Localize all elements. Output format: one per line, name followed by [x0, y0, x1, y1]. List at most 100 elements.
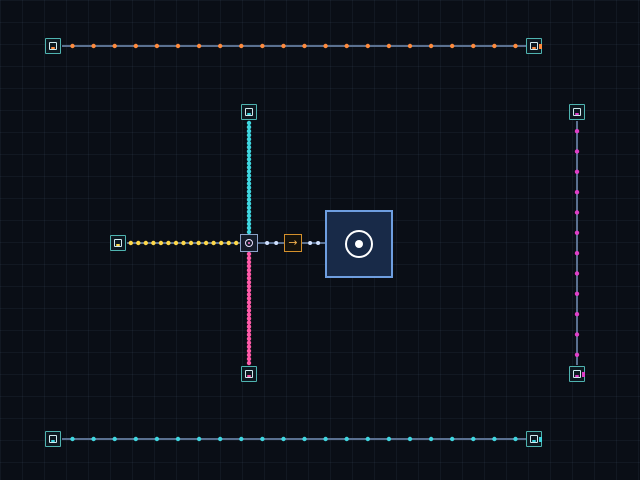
item-dot-icon — [246, 141, 252, 146]
item-dot-icon — [246, 324, 252, 329]
item-dot-icon — [246, 356, 252, 362]
item-dot-icon — [151, 240, 156, 246]
item-dot-icon — [450, 43, 455, 49]
item-dot-icon — [365, 436, 370, 442]
item-dot-icon — [308, 241, 313, 245]
sink-icon[interactable] — [569, 366, 585, 382]
extractor-icon[interactable] — [569, 104, 585, 120]
item-dot-icon — [246, 336, 252, 341]
item-dot-icon — [181, 240, 186, 246]
item-dot-icon — [323, 436, 328, 442]
item-dot-icon — [386, 43, 392, 49]
item-dot-icon — [281, 436, 286, 442]
item-dot-icon — [246, 280, 252, 285]
item-dot-icon — [112, 436, 117, 442]
item-dot-icon — [428, 436, 434, 442]
arrow-right-icon[interactable]: → — [284, 234, 302, 252]
item-dot-icon — [234, 240, 239, 246]
item-dot-icon — [246, 251, 252, 257]
factory-board — [62, 43, 580, 442]
item-dot-icon — [203, 240, 209, 246]
item-dot-icon — [158, 240, 164, 246]
extractor-icon[interactable] — [241, 366, 257, 382]
item-dot-icon — [407, 43, 413, 49]
extractor-icon[interactable] — [45, 38, 61, 54]
item-dot-icon — [246, 197, 252, 202]
extractor-icon[interactable] — [45, 431, 61, 447]
item-dot-icon — [574, 190, 580, 195]
hub-target-icon[interactable] — [325, 210, 393, 278]
item-dot-icon — [316, 241, 321, 245]
sink-icon[interactable] — [526, 431, 542, 447]
item-dot-icon — [260, 43, 265, 49]
item-dot-icon — [173, 240, 179, 246]
item-dot-icon — [91, 43, 96, 49]
item-dot-icon — [196, 436, 202, 442]
item-dot-icon — [246, 288, 252, 293]
item-dot-icon — [246, 181, 252, 186]
item-dot-icon — [226, 240, 231, 246]
item-dot-icon — [574, 129, 580, 134]
item-dot-icon — [154, 43, 160, 49]
item-dot-icon — [344, 43, 349, 49]
item-dot-icon — [246, 145, 252, 150]
item-dot-icon — [246, 193, 252, 198]
item-dot-icon — [246, 272, 252, 277]
item-dot-icon — [344, 436, 349, 442]
item-dot-icon — [246, 263, 252, 269]
item-dot-icon — [246, 328, 252, 333]
item-dot-icon — [175, 43, 181, 49]
item-dot-icon — [574, 312, 580, 317]
item-dot-icon — [218, 43, 223, 49]
sink-icon[interactable] — [526, 38, 542, 54]
item-dot-icon — [407, 436, 413, 442]
item-dot-icon — [246, 128, 252, 134]
item-dot-icon — [492, 436, 497, 442]
item-dot-icon — [112, 43, 117, 49]
item-dot-icon — [574, 271, 580, 276]
item-dot-icon — [246, 120, 252, 126]
item-dot-icon — [246, 296, 252, 301]
item-dot-icon — [91, 436, 96, 442]
item-dot-icon — [246, 177, 252, 182]
item-dot-icon — [246, 360, 252, 366]
item-dot-icon — [246, 344, 252, 349]
item-dot-icon — [136, 240, 141, 246]
item-dot-icon — [365, 43, 370, 49]
item-dot-icon — [265, 241, 270, 245]
item-dot-icon — [323, 43, 328, 49]
item-dot-icon — [574, 169, 580, 174]
item-dot-icon — [246, 316, 252, 321]
item-dot-icon — [246, 268, 252, 273]
item-dot-icon — [246, 225, 252, 231]
item-dot-icon — [239, 436, 244, 442]
item-dot-icon — [133, 43, 138, 49]
item-dot-icon — [246, 205, 252, 210]
item-dot-icon — [246, 300, 252, 305]
extractor-icon[interactable] — [241, 104, 257, 120]
item-dot-icon — [246, 284, 252, 289]
item-dot-icon — [128, 240, 133, 246]
item-dot-icon — [274, 241, 279, 245]
item-dot-icon — [246, 189, 252, 194]
item-dot-icon — [246, 320, 252, 325]
item-dot-icon — [143, 240, 148, 246]
hub-ring — [345, 230, 373, 258]
item-dot-icon — [281, 43, 286, 49]
item-dot-icon — [246, 137, 252, 142]
item-dot-icon — [471, 436, 476, 442]
item-dot-icon — [302, 43, 307, 49]
extractor-icon[interactable] — [110, 235, 126, 251]
item-dot-icon — [246, 217, 252, 223]
item-dot-icon — [471, 43, 476, 49]
item-dot-icon — [246, 132, 252, 138]
merger-icon[interactable] — [240, 234, 258, 252]
item-dot-icon — [246, 312, 252, 317]
item-dot-icon — [246, 161, 252, 166]
item-dot-icon — [302, 436, 307, 442]
item-dot-icon — [513, 436, 518, 442]
item-dot-icon — [239, 43, 244, 49]
item-dot-icon — [246, 153, 252, 158]
item-dot-icon — [246, 340, 252, 345]
item-dot-icon — [246, 124, 252, 130]
